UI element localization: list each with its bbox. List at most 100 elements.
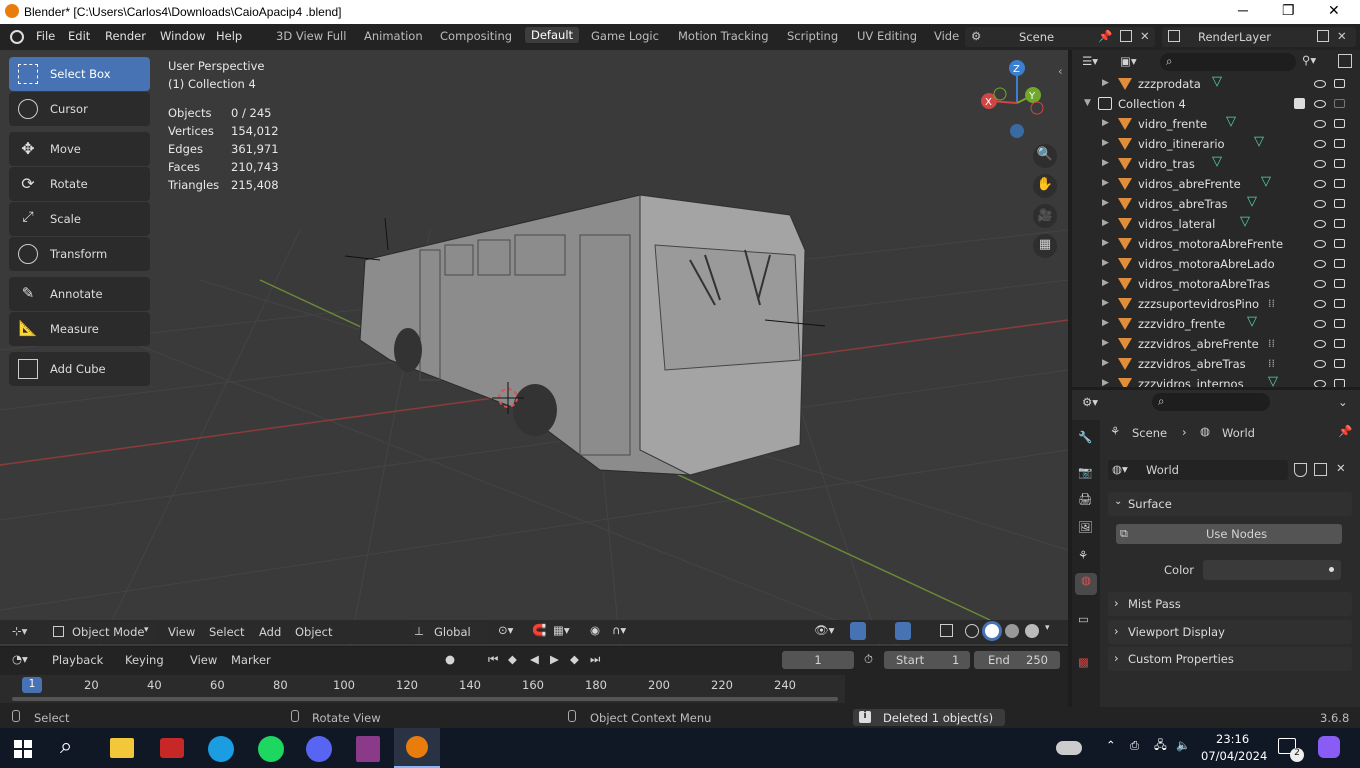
search-icon[interactable]: ⌕ bbox=[60, 734, 72, 759]
mist-pass-panel-header[interactable]: › Mist Pass bbox=[1108, 592, 1352, 616]
visibility-eye-icon[interactable] bbox=[1314, 200, 1326, 208]
blender-menu-icon[interactable] bbox=[10, 30, 24, 44]
start-button-icon[interactable] bbox=[14, 740, 32, 758]
visibility-eye-icon[interactable] bbox=[1314, 300, 1326, 308]
render-camera-icon[interactable] bbox=[1334, 99, 1345, 108]
mesh-data-icon[interactable]: ▽ bbox=[1212, 74, 1222, 89]
clock-date[interactable]: 07/04/2024 bbox=[1201, 749, 1267, 763]
visibility-eye-icon[interactable] bbox=[1314, 180, 1326, 188]
expand-right-icon[interactable]: ▶ bbox=[1102, 378, 1109, 387]
visibility-eye-icon[interactable] bbox=[1314, 240, 1326, 248]
mesh-data-icon[interactable]: ▽ bbox=[1240, 214, 1250, 229]
outliner-row[interactable]: ▶ vidro_tras ▽ bbox=[1072, 154, 1360, 174]
outliner-row[interactable]: ▶ zzzvidros_abreFrente ⁞⁞ bbox=[1072, 334, 1360, 354]
wireframe-shading-icon[interactable] bbox=[965, 624, 979, 638]
tab-uv-editing[interactable]: UV Editing bbox=[857, 29, 917, 43]
new-world-icon[interactable] bbox=[1314, 463, 1327, 476]
play-icon[interactable]: ▶ bbox=[550, 652, 559, 666]
texture-tab-icon[interactable]: ▩ bbox=[1078, 655, 1089, 669]
volume-icon[interactable]: 🔈 bbox=[1176, 738, 1190, 752]
file-explorer-icon[interactable] bbox=[110, 738, 134, 758]
onedrive-icon[interactable] bbox=[1056, 741, 1082, 755]
render-camera-icon[interactable] bbox=[1334, 339, 1345, 348]
render-camera-icon[interactable] bbox=[1334, 119, 1345, 128]
outliner-row[interactable]: ▶ vidros_motoraAbreFrente bbox=[1072, 234, 1360, 254]
app-red-icon[interactable] bbox=[160, 738, 184, 758]
play-reverse-icon[interactable]: ◀ bbox=[530, 652, 539, 666]
new-collection-icon[interactable] bbox=[1338, 54, 1352, 68]
properties-search-input[interactable]: ⌕ bbox=[1152, 393, 1270, 411]
visibility-eye-icon[interactable] bbox=[1314, 120, 1326, 128]
jump-end-icon[interactable]: ⏭ bbox=[590, 652, 600, 667]
tab-compositing[interactable]: Compositing bbox=[440, 29, 512, 43]
outliner-row[interactable]: ▶ vidros_motoraAbreTras bbox=[1072, 274, 1360, 294]
keyframe-dot-icon[interactable] bbox=[1329, 567, 1334, 572]
outliner-row[interactable]: ▶ zzzsuportevidrosPino ⁞⁞ bbox=[1072, 294, 1360, 314]
tool-rotate[interactable]: ⟳ Rotate bbox=[9, 167, 150, 201]
expand-right-icon[interactable]: ▶ bbox=[1102, 78, 1109, 88]
render-camera-icon[interactable] bbox=[1334, 319, 1345, 328]
tab-game-logic[interactable]: Game Logic bbox=[591, 29, 659, 43]
outliner-editor-icon[interactable]: ☰▾ bbox=[1082, 54, 1098, 68]
mesh-data-icon[interactable]: ▽ bbox=[1254, 134, 1264, 149]
pivot-icon[interactable]: ⊙▾ bbox=[498, 623, 513, 637]
tool-cursor[interactable]: Cursor bbox=[9, 92, 150, 126]
tab-motion-tracking[interactable]: Motion Tracking bbox=[678, 29, 769, 43]
expand-right-icon[interactable]: ▶ bbox=[1102, 278, 1109, 288]
world-color-field[interactable] bbox=[1203, 560, 1341, 580]
modifier-icon[interactable]: ⁞⁞ bbox=[1268, 337, 1275, 350]
blender-taskbar-icon[interactable] bbox=[394, 728, 440, 768]
orientation-selector[interactable]: ⊥ Global bbox=[410, 622, 488, 642]
options-chevron-icon[interactable]: ⌄ bbox=[1338, 395, 1348, 409]
camera-view-icon[interactable]: 🎥 bbox=[1033, 204, 1057, 228]
xray-icon[interactable] bbox=[940, 624, 953, 637]
outliner-row[interactable]: ▶ vidros_abreTras ▽ bbox=[1072, 194, 1360, 214]
menu-timeline-view[interactable]: View bbox=[190, 653, 217, 667]
render-tab-icon[interactable]: 📷 bbox=[1078, 465, 1092, 479]
render-camera-icon[interactable] bbox=[1334, 259, 1345, 268]
tool-tab-icon[interactable]: 🔧 bbox=[1078, 430, 1092, 444]
mesh-data-icon[interactable]: ▽ bbox=[1247, 194, 1257, 209]
render-camera-icon[interactable] bbox=[1334, 219, 1345, 228]
tool-select-box[interactable]: Select Box bbox=[9, 57, 150, 91]
tab-default[interactable]: Default bbox=[525, 27, 580, 43]
outliner-row[interactable]: ▶ zzzvidros_abreTras ⁞⁞ bbox=[1072, 354, 1360, 374]
next-keyframe-icon[interactable]: ◆ bbox=[570, 652, 579, 666]
outliner-row[interactable]: ▶ vidro_itinerario ▽ bbox=[1072, 134, 1360, 154]
mesh-data-icon[interactable]: ▽ bbox=[1226, 114, 1236, 129]
expand-right-icon[interactable]: ▶ bbox=[1102, 158, 1109, 168]
expand-right-icon[interactable]: ▶ bbox=[1102, 118, 1109, 128]
menu-object[interactable]: Object bbox=[295, 625, 332, 639]
tab-video-editing[interactable]: Vide bbox=[934, 29, 959, 43]
view-layer-tab-icon[interactable]: 🖼 bbox=[1078, 520, 1093, 534]
start-frame-field[interactable]: Start 1 bbox=[884, 651, 970, 669]
frame-ruler[interactable]: 1 20 40 60 80 100 120 140 160 180 200 22… bbox=[0, 675, 845, 703]
render-camera-icon[interactable] bbox=[1334, 199, 1345, 208]
tool-scale[interactable]: ⤢ Scale bbox=[9, 202, 150, 236]
render-camera-icon[interactable] bbox=[1334, 359, 1345, 368]
expand-right-icon[interactable]: ▶ bbox=[1102, 338, 1109, 348]
timeline-scrollbar[interactable] bbox=[12, 697, 838, 701]
3d-viewport[interactable]: Select Box Cursor ✥ Move ⟳ Rotate ⤢ Scale T… bbox=[0, 50, 1068, 646]
edge-browser-icon[interactable] bbox=[208, 736, 234, 762]
solid-shading-icon[interactable] bbox=[985, 624, 999, 638]
world-tab-icon[interactable]: ◍ bbox=[1075, 573, 1097, 595]
display-mode-icon[interactable]: ▣▾ bbox=[1120, 54, 1137, 68]
expand-right-icon[interactable]: ▶ bbox=[1102, 238, 1109, 248]
expand-right-icon[interactable]: ▶ bbox=[1102, 138, 1109, 148]
visibility-eye-icon[interactable] bbox=[1314, 360, 1326, 368]
menu-select[interactable]: Select bbox=[209, 625, 244, 639]
pin-icon[interactable]: 📌 bbox=[1098, 29, 1112, 43]
tray-chevron-icon[interactable]: ⌃ bbox=[1106, 738, 1116, 752]
expand-down-icon[interactable]: ▼ bbox=[1084, 98, 1091, 108]
snap-grid-icon[interactable]: ▦▾ bbox=[553, 623, 570, 637]
render-camera-icon[interactable] bbox=[1334, 239, 1345, 248]
modifier-icon[interactable]: ⁞⁞ bbox=[1268, 297, 1275, 310]
outliner-row[interactable]: ▶ zzzvidros_internos ▽ bbox=[1072, 374, 1360, 387]
fake-user-icon[interactable] bbox=[1294, 463, 1307, 477]
render-camera-icon[interactable] bbox=[1334, 159, 1345, 168]
render-camera-icon[interactable] bbox=[1334, 299, 1345, 308]
menu-window[interactable]: Window bbox=[160, 29, 205, 43]
render-camera-icon[interactable] bbox=[1334, 139, 1345, 148]
menu-file[interactable]: File bbox=[36, 29, 55, 43]
